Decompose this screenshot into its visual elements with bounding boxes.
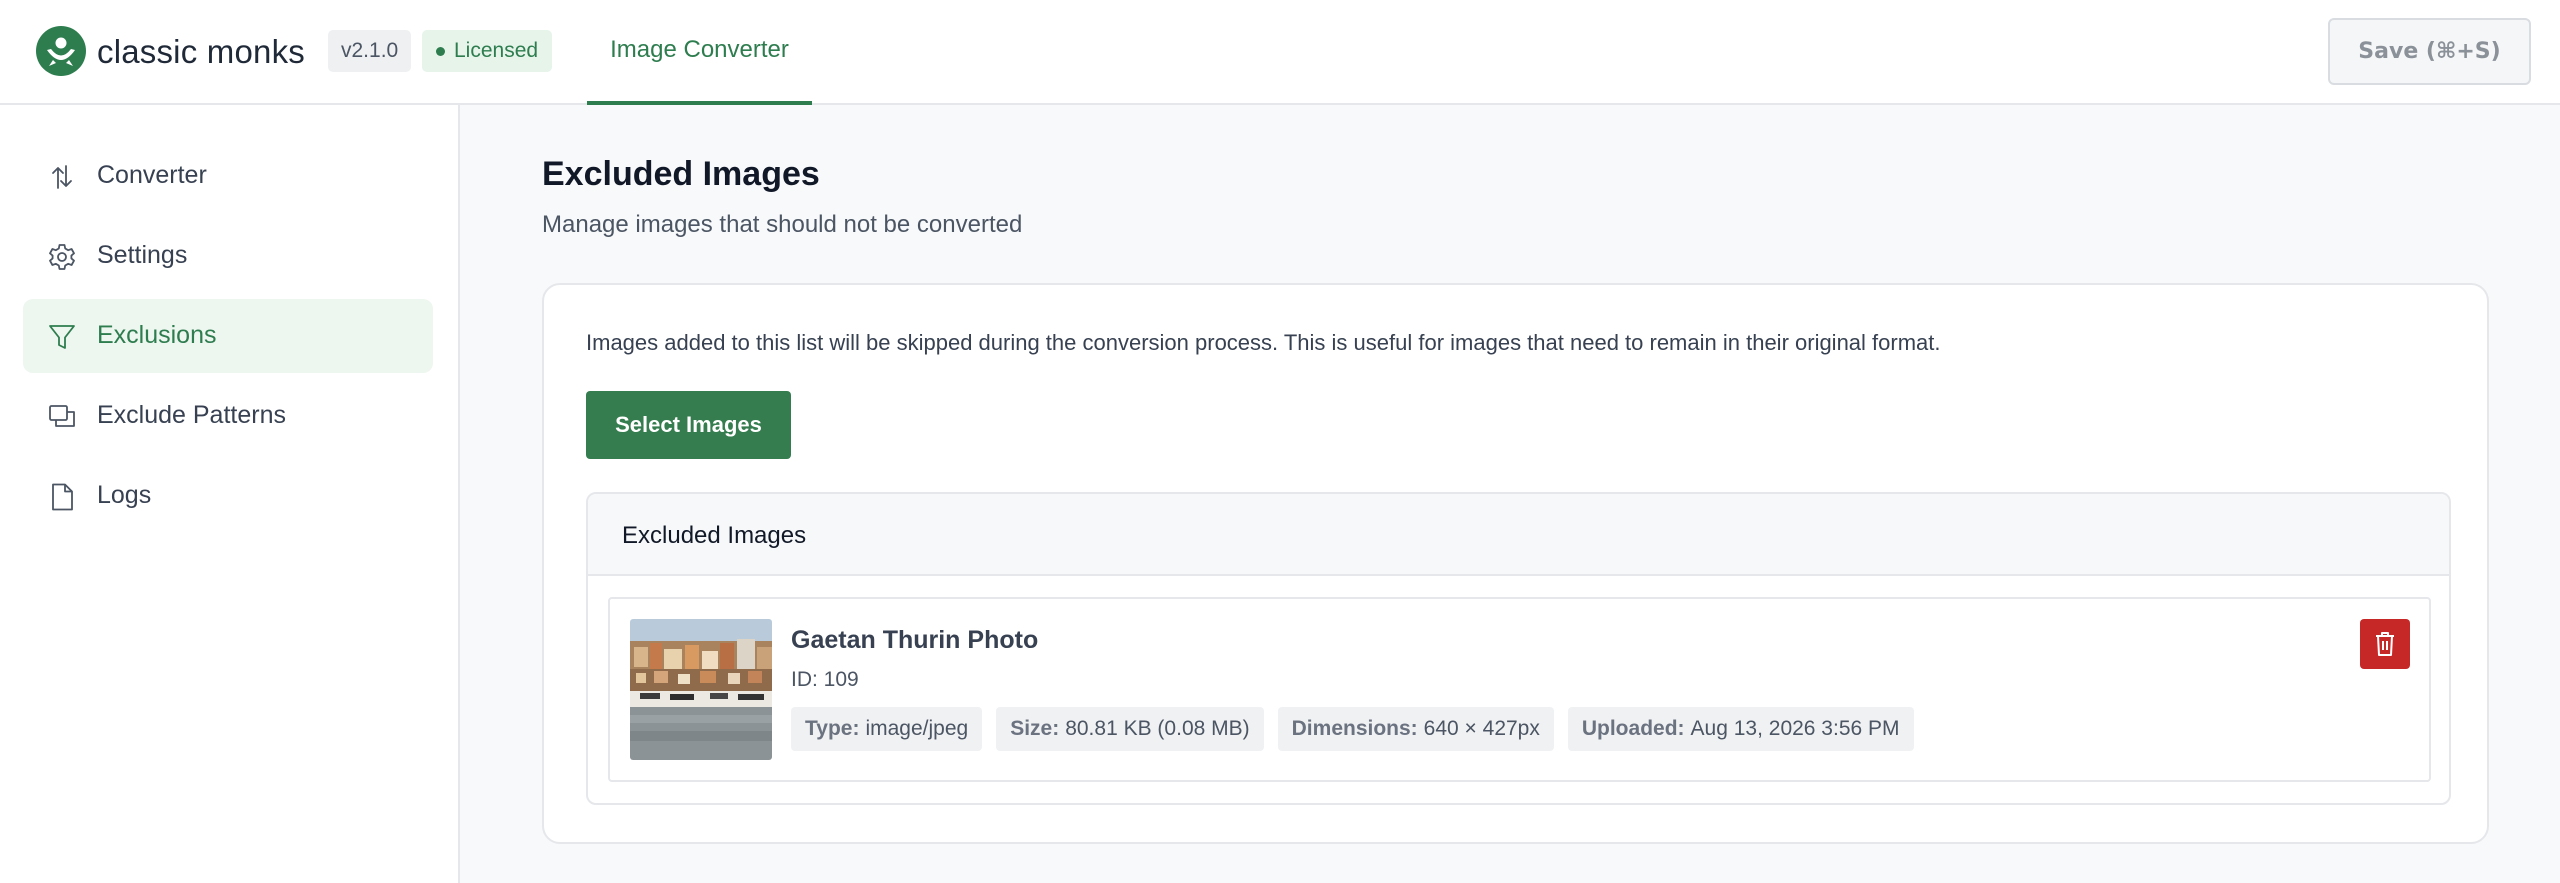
sidebar-item-settings[interactable]: Settings bbox=[23, 219, 433, 293]
sidebar-item-label: Exclude Patterns bbox=[97, 401, 286, 429]
license-status-badge: Licensed bbox=[422, 30, 553, 72]
brand-name[interactable]: classic monks bbox=[97, 33, 305, 71]
meta-key: Type: bbox=[805, 717, 860, 740]
panel-header: Excluded Images bbox=[588, 494, 2449, 576]
meta-key: Size: bbox=[1010, 717, 1060, 740]
panel-title: Excluded Images bbox=[622, 522, 807, 549]
meta-key: Uploaded: bbox=[1581, 717, 1685, 740]
sidebar-item-label: Converter bbox=[97, 161, 207, 189]
top-header: classic monks v2.1.0 Licensed Image Conv… bbox=[0, 0, 2560, 105]
image-dimensions-tag: Dimensions: 640 × 427px bbox=[1277, 707, 1554, 751]
exclusions-description: Images added to this list will be skippe… bbox=[586, 330, 1941, 355]
excluded-image-item: Gaetan Thurin Photo ID: 109 Type: image/j… bbox=[608, 597, 2431, 782]
version-badge: v2.1.0 bbox=[328, 30, 412, 72]
image-thumbnail bbox=[630, 619, 772, 760]
image-uploaded-tag: Uploaded: Aug 13, 2026 3:56 PM bbox=[1567, 707, 1914, 751]
tab-image-converter[interactable]: Image Converter bbox=[587, 0, 812, 105]
classic-monks-logo[interactable] bbox=[36, 26, 86, 76]
trash-icon bbox=[2376, 632, 2394, 656]
meta-key: Dimensions: bbox=[1291, 717, 1418, 740]
sidebar-item-label: Settings bbox=[97, 241, 188, 269]
image-type-tag: Type: image/jpeg bbox=[791, 707, 983, 751]
sidebar-item-exclude-patterns[interactable]: Exclude Patterns bbox=[23, 379, 433, 453]
file-icon bbox=[52, 483, 73, 511]
gear-icon bbox=[49, 244, 75, 270]
meta-value: Aug 13, 2026 3:56 PM bbox=[1690, 717, 1900, 740]
sidebar-item-exclusions[interactable]: Exclusions bbox=[23, 299, 433, 373]
filter-icon bbox=[49, 325, 75, 349]
exclusions-card: Images added to this list will be skippe… bbox=[542, 283, 2489, 844]
meta-value: 80.81 KB (0.08 MB) bbox=[1065, 717, 1250, 740]
license-status-label: Licensed bbox=[454, 39, 539, 62]
sidebar: Converter Settings Exclusions Exclude Pa… bbox=[0, 105, 460, 883]
converter-arrows-icon bbox=[52, 165, 72, 189]
status-dot-icon bbox=[436, 46, 445, 56]
sidebar-item-logs[interactable]: Logs bbox=[23, 459, 433, 533]
image-size-tag: Size: 80.81 KB (0.08 MB) bbox=[996, 707, 1264, 751]
select-images-button[interactable]: Select Images bbox=[586, 391, 791, 459]
image-meta-tags: Type: image/jpeg Size: 80.81 KB (0.08 MB) … bbox=[791, 707, 1914, 751]
sidebar-item-label: Logs bbox=[97, 481, 152, 509]
meta-value: 640 × 427px bbox=[1423, 717, 1540, 740]
sidebar-item-converter[interactable]: Converter bbox=[23, 139, 433, 213]
excluded-images-panel: Excluded Images Gaetan Thurin Photo ID: … bbox=[586, 492, 2451, 805]
save-button[interactable]: Save (⌘+S) bbox=[2328, 18, 2531, 85]
image-id: ID: 109 bbox=[791, 668, 859, 691]
sidebar-item-label: Exclusions bbox=[97, 321, 217, 349]
image-title: Gaetan Thurin Photo bbox=[791, 626, 1039, 654]
page-subtitle: Manage images that should not be convert… bbox=[542, 211, 1023, 238]
page-title: Excluded Images bbox=[542, 155, 820, 193]
meta-value: image/jpeg bbox=[865, 717, 969, 740]
remove-image-button[interactable] bbox=[2360, 619, 2410, 669]
copy-icon bbox=[49, 405, 75, 427]
